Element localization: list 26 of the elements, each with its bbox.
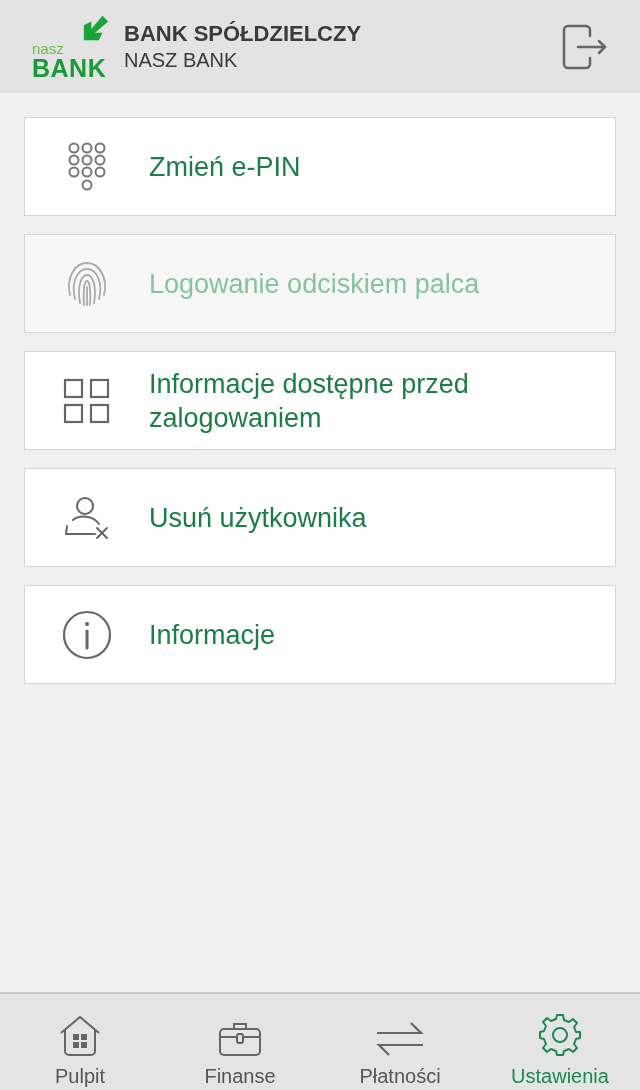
menu-item[interactable]: Informacje (24, 585, 616, 684)
keypad-icon (68, 141, 106, 192)
tab[interactable]: Pulpit (0, 994, 160, 1090)
briefcase-icon (218, 1021, 262, 1057)
grid-icon (63, 377, 111, 424)
tab[interactable]: Finanse (160, 994, 320, 1090)
settings-icon (538, 1013, 582, 1057)
logo-text: nasz (32, 40, 65, 56)
menu-label: Logowanie odciskiem palca (149, 267, 481, 301)
menu-label: Usuń użytkownika (149, 501, 368, 535)
tab[interactable]: Ustawienia (480, 994, 640, 1090)
transfer-icon (375, 1021, 425, 1057)
tab[interactable]: Płatności (320, 994, 480, 1090)
remove-user-icon (63, 495, 111, 540)
bank-subtitle: NASZ BANK (124, 49, 239, 72)
menu-item[interactable]: Informacje dostępne przed zalogowaniem (24, 351, 616, 450)
menu-label: Informacje (149, 618, 277, 652)
menu-item[interactable]: Usuń użytkownika (24, 468, 616, 567)
bank-name: BANK SPÓŁDZIELCZY (124, 21, 363, 47)
menu-label: Informacje dostępne przed zalogowaniem (149, 367, 470, 435)
home-icon (58, 1015, 102, 1057)
logo-text: BANK (32, 55, 108, 80)
menu-label: Zmień e-PIN (149, 150, 302, 184)
info-icon (62, 609, 112, 660)
menu-item[interactable]: Zmień e-PIN (24, 117, 616, 216)
arrow-icon (82, 13, 110, 42)
